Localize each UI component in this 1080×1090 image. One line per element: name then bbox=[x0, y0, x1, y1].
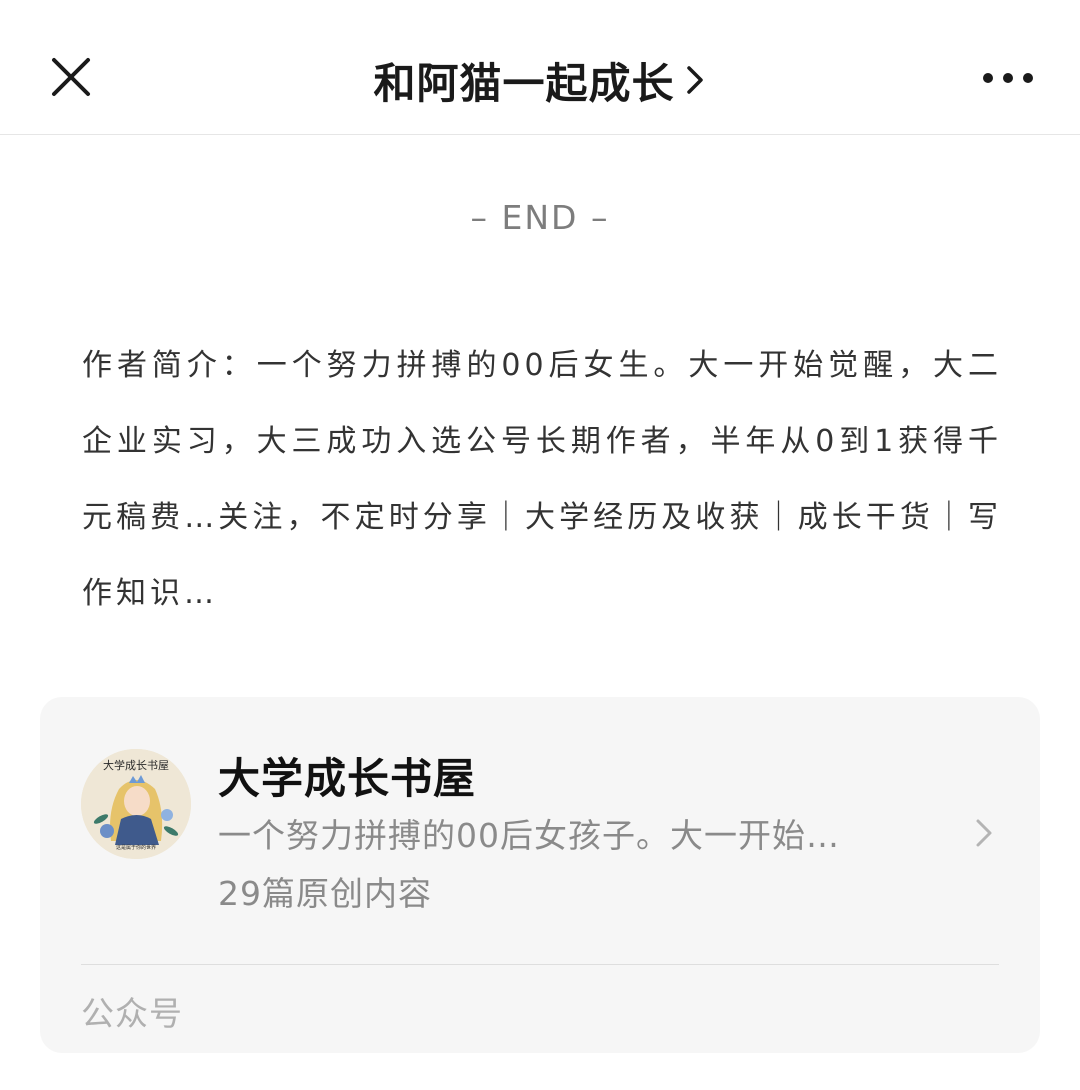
avatar-illustration: 大学成长书屋 这是属于你的世界 bbox=[81, 749, 191, 859]
original-content-count: 29篇原创内容 bbox=[218, 874, 432, 913]
author-intro: 作者简介：一个努力拼搏的00后女生。大一开始觉醒，大二企业实习，大三成功入选公号… bbox=[82, 348, 1002, 611]
end-marker: – END – bbox=[470, 198, 610, 237]
account-title-link[interactable]: 和阿猫一起成长 bbox=[0, 52, 1080, 108]
avatar-text-bottom: 这是属于你的世界 bbox=[116, 844, 156, 851]
account-avatar: 大学成长书屋 这是属于你的世界 bbox=[81, 749, 191, 859]
official-account-card: 大学成长书屋 这是属于你的世界 大学成长书屋 一个努力拼搏的00后女孩子。大一开… bbox=[40, 697, 1040, 1053]
top-nav-bar: 和阿猫一起成长 bbox=[0, 0, 1080, 135]
avatar-text-top: 大学成长书屋 bbox=[103, 758, 169, 772]
card-footer-label: 公众号 bbox=[81, 994, 183, 1033]
card-divider bbox=[81, 964, 999, 965]
chevron-right-icon bbox=[686, 66, 703, 94]
article-page: 和阿猫一起成长 – END – 作者简介：一个努力拼搏的00后女生。大一开始觉醒… bbox=[0, 0, 1080, 1090]
more-options-button[interactable] bbox=[980, 58, 1036, 98]
official-account-card-link[interactable]: 大学成长书屋 这是属于你的世界 大学成长书屋 一个努力拼搏的00后女孩子。大一开… bbox=[40, 697, 1040, 964]
nav-title: 和阿猫一起成长 bbox=[373, 58, 675, 108]
more-dots-icon bbox=[983, 73, 1033, 83]
chevron-right-icon bbox=[976, 819, 992, 847]
account-name: 大学成长书屋 bbox=[218, 754, 477, 803]
account-description: 一个努力拼搏的00后女孩子。大一开始… bbox=[218, 816, 840, 855]
